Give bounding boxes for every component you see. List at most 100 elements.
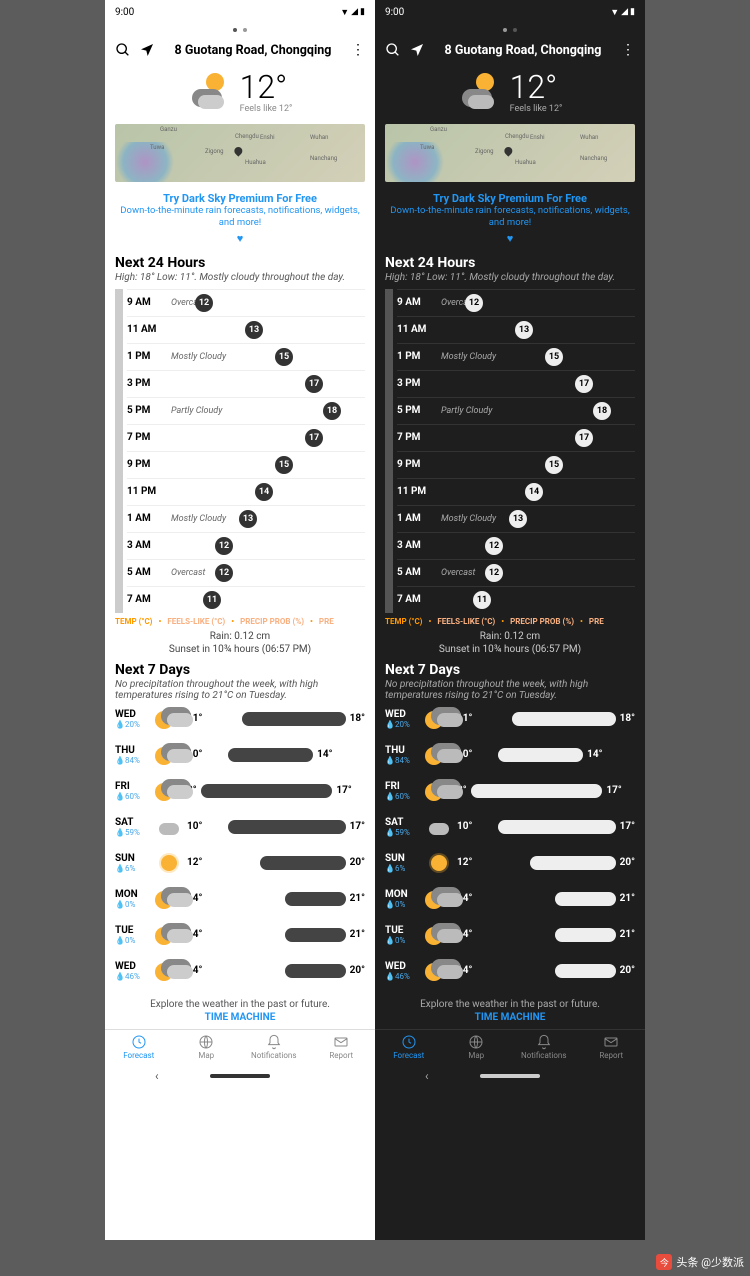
time-machine-button[interactable]: TIME MACHINE — [105, 1012, 375, 1029]
back-icon[interactable]: ‹ — [425, 1069, 429, 1083]
sunset-info: Sunset in 10¾ hours (06:57 PM) — [375, 643, 645, 656]
hour-row[interactable]: 3 PM17 — [397, 370, 635, 397]
map-city-label: Huahua — [245, 159, 266, 166]
tab-report[interactable]: Report — [578, 1034, 646, 1060]
hourly-list[interactable]: 9 AMOvercast1211 AM131 PMMostly Cloudy15… — [385, 289, 635, 613]
day-row[interactable]: WED💧20%11°18° — [385, 701, 635, 737]
hour-row[interactable]: 1 PMMostly Cloudy15 — [397, 343, 635, 370]
tab-notifications[interactable]: Notifications — [510, 1034, 578, 1060]
hour-row[interactable]: 1 PMMostly Cloudy15 — [127, 343, 365, 370]
next24-title: Next 24 Hours — [375, 255, 645, 271]
temp-bubble: 15 — [275, 456, 293, 474]
temp-bubble: 12 — [485, 564, 503, 582]
radar-map[interactable]: GanzuChengduEnshiWuhanTuwaZigongNanchang… — [385, 124, 635, 182]
home-pill[interactable] — [210, 1074, 270, 1078]
hour-row[interactable]: 3 PM17 — [127, 370, 365, 397]
day-row[interactable]: MON💧0%14°21° — [385, 881, 635, 917]
tab-notifications[interactable]: Notifications — [240, 1034, 308, 1060]
weather-icon — [458, 69, 502, 113]
clock-icon — [401, 1034, 417, 1050]
legend[interactable]: TEMP (°C)•FEELS-LIKE (°C)•PRECIP PROB (%… — [375, 613, 645, 630]
day-row[interactable]: SUN💧6%12°20° — [385, 845, 635, 881]
menu-icon[interactable]: ⋮ — [621, 43, 635, 57]
day-row[interactable]: SUN💧6%12°20° — [115, 845, 365, 881]
hour-row[interactable]: 5 PMPartly Cloudy18 — [397, 397, 635, 424]
day-row[interactable]: TUE💧0%14°21° — [385, 917, 635, 953]
search-icon[interactable] — [115, 42, 131, 58]
temp-bubble: 12 — [215, 537, 233, 555]
day-weather-icon — [157, 851, 181, 875]
day-row[interactable]: WED💧46%14°20° — [385, 953, 635, 989]
temp-bubble: 12 — [195, 294, 213, 312]
tab-report[interactable]: Report — [308, 1034, 376, 1060]
temp-bubble: 13 — [515, 321, 533, 339]
map-city-label: Enshi — [260, 134, 275, 141]
location-title[interactable]: 8 Guotang Road, Chongqing — [433, 43, 613, 58]
day-row[interactable]: THU💧84%10°14° — [115, 737, 365, 773]
next7-title: Next 7 Days — [105, 662, 375, 678]
hour-row[interactable]: 3 AM12 — [127, 532, 365, 559]
hour-row[interactable]: 5 AMOvercast12 — [127, 559, 365, 586]
temp-bubble: 17 — [305, 429, 323, 447]
hour-row[interactable]: 3 AM12 — [397, 532, 635, 559]
tab-forecast[interactable]: Forecast — [375, 1034, 443, 1060]
time-machine-button[interactable]: TIME MACHINE — [375, 1012, 645, 1029]
hour-row[interactable]: 9 AMOvercast12 — [127, 289, 365, 316]
next7-sub: No precipitation throughout the week, wi… — [375, 679, 645, 701]
hour-row[interactable]: 11 PM14 — [127, 478, 365, 505]
battery-icon: ▮ — [360, 7, 365, 17]
wifi-icon: ▼ — [340, 7, 349, 18]
map-city-label: Zigong — [205, 148, 224, 155]
day-weather-icon — [157, 707, 181, 731]
temp-bubble: 15 — [545, 348, 563, 366]
day-row[interactable]: WED💧46%14°20° — [115, 953, 365, 989]
hour-row[interactable]: 5 PMPartly Cloudy18 — [127, 397, 365, 424]
tab-forecast[interactable]: Forecast — [105, 1034, 173, 1060]
hour-row[interactable]: 7 AM11 — [127, 586, 365, 613]
home-pill[interactable] — [480, 1074, 540, 1078]
day-row[interactable]: FRI💧60%8°17° — [115, 773, 365, 809]
radar-map[interactable]: GanzuChengduEnshiWuhanTuwaZigongNanchang… — [115, 124, 365, 182]
tab-map[interactable]: Map — [173, 1034, 241, 1060]
hour-row[interactable]: 11 PM14 — [397, 478, 635, 505]
day-row[interactable]: WED💧20%11°18° — [115, 701, 365, 737]
search-icon[interactable] — [385, 42, 401, 58]
temp-range-bar — [555, 964, 616, 978]
hour-row[interactable]: 9 PM15 — [127, 451, 365, 478]
nav-bar: ‹ — [105, 1064, 375, 1088]
day-weather-icon — [427, 923, 451, 947]
hour-row[interactable]: 1 AMMostly Cloudy13 — [127, 505, 365, 532]
temp-bubble: 18 — [593, 402, 611, 420]
day-row[interactable]: THU💧84%10°14° — [385, 737, 635, 773]
temp-bubble: 13 — [509, 510, 527, 528]
temp-bubble: 15 — [545, 456, 563, 474]
back-icon[interactable]: ‹ — [155, 1069, 159, 1083]
hour-row[interactable]: 11 AM13 — [397, 316, 635, 343]
tab-map[interactable]: Map — [443, 1034, 511, 1060]
legend[interactable]: TEMP (°C)•FEELS-LIKE (°C)•PRECIP PROB (%… — [105, 613, 375, 630]
rain-info: Rain: 0.12 cm — [105, 630, 375, 643]
day-row[interactable]: SAT💧59%10°17° — [115, 809, 365, 845]
hourly-list[interactable]: 9 AMOvercast1211 AM131 PMMostly Cloudy15… — [115, 289, 365, 613]
hour-row[interactable]: 7 AM11 — [397, 586, 635, 613]
location-title[interactable]: 8 Guotang Road, Chongqing — [163, 43, 343, 58]
hour-row[interactable]: 11 AM13 — [127, 316, 365, 343]
hour-row[interactable]: 1 AMMostly Cloudy13 — [397, 505, 635, 532]
globe-icon — [198, 1034, 214, 1050]
hour-row[interactable]: 5 AMOvercast12 — [397, 559, 635, 586]
day-row[interactable]: FRI💧60%8°17° — [385, 773, 635, 809]
temp-bubble: 15 — [275, 348, 293, 366]
hour-row[interactable]: 9 PM15 — [397, 451, 635, 478]
locate-icon[interactable] — [139, 42, 155, 58]
temp-bubble: 18 — [323, 402, 341, 420]
hour-row[interactable]: 9 AMOvercast12 — [397, 289, 635, 316]
locate-icon[interactable] — [409, 42, 425, 58]
hour-row[interactable]: 7 PM17 — [127, 424, 365, 451]
day-row[interactable]: TUE💧0%14°21° — [115, 917, 365, 953]
premium-promo[interactable]: Try Dark Sky Premium For FreeDown-to-the… — [105, 188, 375, 249]
day-row[interactable]: MON💧0%14°21° — [115, 881, 365, 917]
menu-icon[interactable]: ⋮ — [351, 43, 365, 57]
hour-row[interactable]: 7 PM17 — [397, 424, 635, 451]
premium-promo[interactable]: Try Dark Sky Premium For FreeDown-to-the… — [375, 188, 645, 249]
day-row[interactable]: SAT💧59%10°17° — [385, 809, 635, 845]
